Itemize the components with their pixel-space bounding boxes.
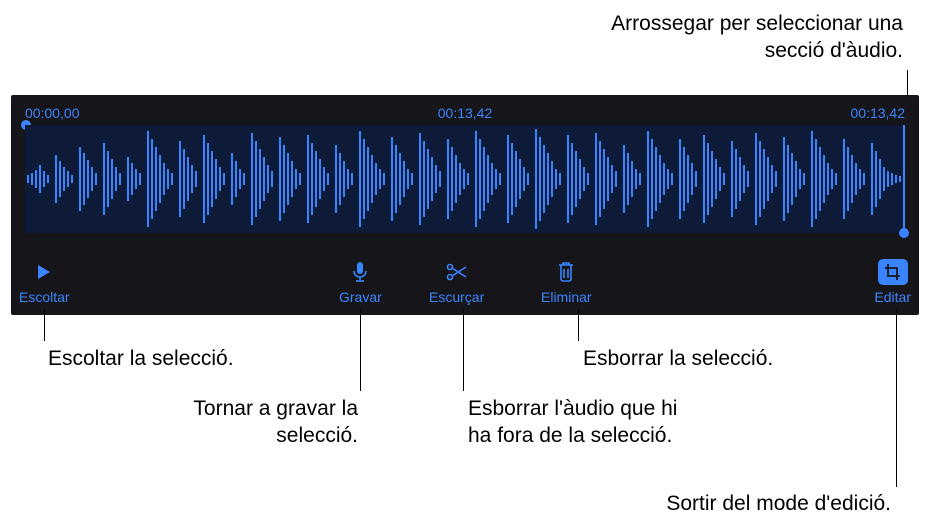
time-end-label: 00:13,42 (851, 105, 906, 121)
callout-text: Esborrar la selecció. (583, 347, 773, 370)
callout-text: selecció. (178, 422, 358, 449)
callout-text: ha fora de la selecció. (468, 422, 677, 449)
callout-text: secció d'àudio. (611, 37, 903, 64)
callout-record: Tornar a gravar la selecció. (178, 395, 358, 450)
callout-leader-line (463, 309, 464, 391)
record-label: Gravar (339, 289, 382, 305)
editor-toolbar: Escoltar Gravar Escurçar (11, 249, 919, 305)
delete-button[interactable]: Eliminar (541, 259, 592, 305)
crop-icon (878, 259, 908, 285)
callout-text: Sortir del mode d'edició. (666, 492, 891, 515)
edit-label: Editar (874, 289, 911, 305)
scissors-icon (446, 259, 468, 285)
edit-button[interactable]: Editar (874, 259, 911, 305)
mic-icon (352, 259, 368, 285)
callout-listen: Escoltar la selecció. (48, 345, 234, 372)
play-icon (35, 259, 53, 285)
trash-icon (557, 259, 575, 285)
trim-button[interactable]: Escurçar (429, 259, 484, 305)
callout-trim: Esborrar l'àudio que hi ha fora de la se… (468, 395, 677, 450)
callout-text: Arrossegar per seleccionar una (611, 10, 903, 37)
time-current-label: 00:13,42 (438, 105, 493, 121)
time-start-label: 00:00,00 (25, 105, 80, 121)
callout-edit: Sortir del mode d'edició. (666, 490, 891, 517)
selection-edge-end[interactable] (903, 125, 905, 233)
callout-text: Esborrar l'àudio que hi (468, 395, 677, 422)
waveform-area[interactable] (25, 125, 905, 233)
selection-handle-end[interactable] (899, 228, 909, 238)
waveform-icon (25, 125, 905, 233)
callout-delete: Esborrar la selecció. (583, 345, 773, 372)
callout-text: Escoltar la selecció. (48, 347, 234, 370)
audio-editor-panel: 00:00,00 00:13,42 00:13,42 (11, 95, 919, 315)
trim-label: Escurçar (429, 289, 484, 305)
callout-leader-line (44, 309, 45, 341)
callout-drag-select: Arrossegar per seleccionar una secció d'… (611, 10, 903, 65)
listen-label: Escoltar (19, 289, 70, 305)
callout-text: Tornar a gravar la (178, 395, 358, 422)
delete-label: Eliminar (541, 289, 592, 305)
callout-leader-line (578, 309, 579, 341)
callout-leader-line (896, 309, 897, 487)
listen-button[interactable]: Escoltar (19, 259, 70, 305)
callout-leader-line (360, 309, 361, 391)
record-button[interactable]: Gravar (339, 259, 382, 305)
